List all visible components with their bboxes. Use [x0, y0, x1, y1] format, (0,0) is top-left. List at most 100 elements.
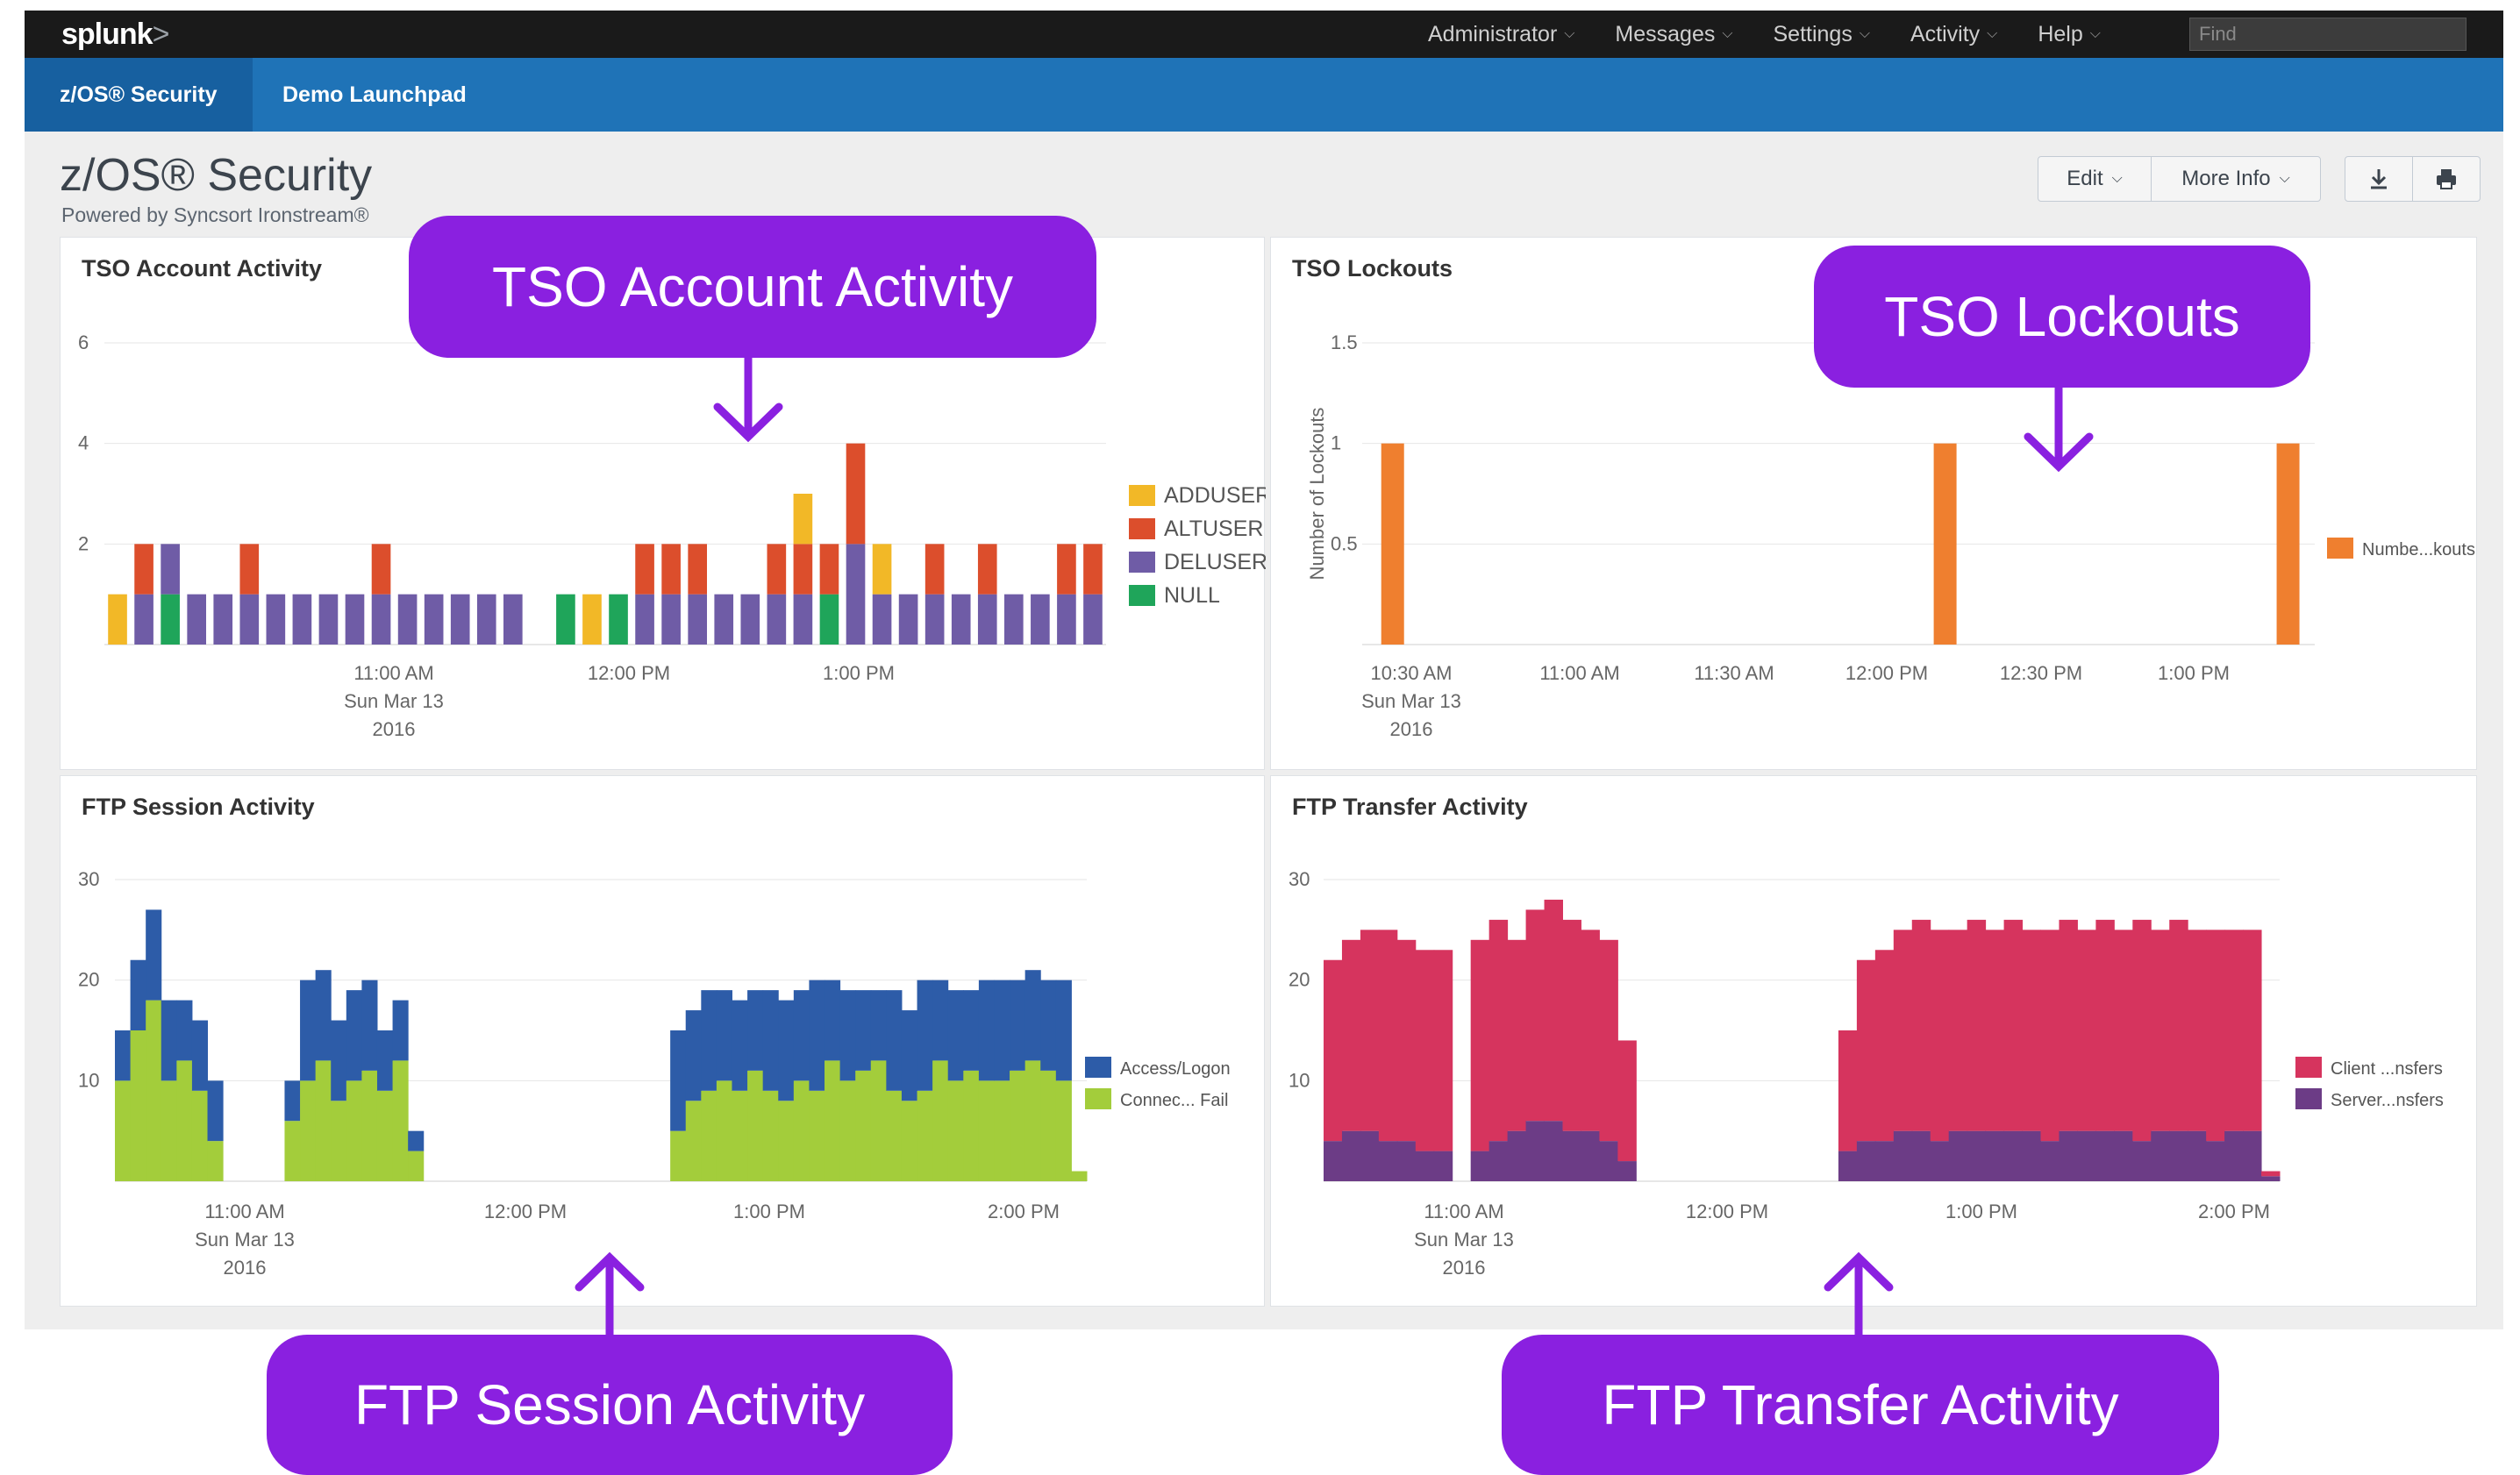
- tab-zos-security[interactable]: z/OS® Security: [25, 58, 253, 132]
- menu-messages[interactable]: Messages ⌵: [1615, 22, 1732, 47]
- area-segment: [793, 990, 810, 1081]
- area-segment: [2188, 930, 2207, 1131]
- area-segment: [1893, 1130, 1913, 1181]
- print-icon: [2437, 169, 2456, 189]
- edit-button[interactable]: Edit ⌵: [2038, 156, 2152, 202]
- area-segment: [392, 1000, 409, 1061]
- area-segment: [2224, 930, 2244, 1131]
- tab-demo-launchpad[interactable]: Demo Launchpad: [247, 58, 502, 132]
- bar-segment: [1057, 594, 1076, 645]
- x-tick-label: 2:00 PM: [988, 1201, 1060, 1222]
- x-tick-label: 1:00 PM: [1945, 1201, 2017, 1222]
- area-segment: [1396, 1141, 1417, 1181]
- area-segment: [701, 1090, 717, 1181]
- legend-label: DELUSER: [1164, 550, 1266, 574]
- area-segment: [1415, 950, 1435, 1151]
- bar-segment: [767, 594, 787, 645]
- bar-segment: [1031, 594, 1050, 645]
- x-tick-label: 12:00 PM: [1686, 1201, 1768, 1222]
- legend-label: Client ...nsfers: [2331, 1059, 2443, 1079]
- area-segment: [284, 1080, 301, 1122]
- area-segment: [917, 1090, 933, 1181]
- area-segment: [917, 980, 933, 1091]
- menu-administrator[interactable]: Administrator ⌵: [1428, 22, 1574, 47]
- bar-segment: [898, 594, 918, 645]
- area-segment: [1024, 1060, 1041, 1181]
- area-segment: [300, 1080, 317, 1181]
- area-segment: [1581, 1130, 1600, 1181]
- download-icon: [2371, 169, 2387, 189]
- top-navigation-bar: splunk> Administrator ⌵ Messages ⌵ Setting…: [25, 11, 2503, 58]
- page-subtitle: Powered by Syncsort Ironstream®: [61, 203, 369, 226]
- bar-segment: [450, 594, 470, 645]
- menu-activity[interactable]: Activity ⌵: [1910, 22, 1997, 47]
- area-segment: [115, 1030, 132, 1081]
- bar-segment: [134, 594, 153, 645]
- area-segment: [778, 1000, 795, 1101]
- bar-segment: [292, 594, 312, 645]
- splunk-logo[interactable]: splunk>: [61, 18, 169, 52]
- area-segment: [191, 1020, 209, 1091]
- area-segment: [2169, 1130, 2188, 1181]
- area-segment: [408, 1130, 425, 1151]
- callout-ftp-transfer-activity: FTP Transfer Activity: [1502, 1335, 2219, 1475]
- area-segment: [2059, 919, 2078, 1131]
- area-segment: [1856, 1141, 1876, 1181]
- area-segment: [1507, 1130, 1527, 1181]
- chevron-down-icon: ⌵: [2089, 26, 2101, 41]
- menu-settings[interactable]: Settings ⌵: [1774, 22, 1870, 47]
- legend-label: Server...nsfers: [2331, 1091, 2444, 1110]
- area-segment: [2059, 1130, 2078, 1181]
- print-button[interactable]: [2412, 156, 2481, 202]
- area-segment: [161, 1080, 177, 1181]
- bar-segment: [740, 594, 760, 645]
- app-bar: z/OS® Security Demo Launchpad: [25, 58, 2503, 132]
- area-segment: [747, 990, 764, 1071]
- search-input[interactable]: Find: [2189, 18, 2466, 51]
- bar-segment: [635, 594, 654, 645]
- x-tick-label: 2:00 PM: [2198, 1201, 2270, 1222]
- legend-swatch: [1129, 585, 1155, 606]
- area-segment: [747, 1070, 764, 1181]
- bar-segment: [397, 594, 418, 645]
- area-segment: [2022, 1130, 2041, 1181]
- area-segment: [361, 980, 378, 1071]
- area-segment: [191, 1090, 209, 1181]
- x-tick-label: 12:30 PM: [2000, 662, 2082, 684]
- area-segment: [963, 1070, 980, 1181]
- bar-segment: [688, 544, 708, 595]
- splunk-screenshot: splunk> Administrator ⌵ Messages ⌵ Setting…: [25, 11, 2503, 1329]
- area-segment: [855, 1070, 872, 1181]
- area-segment: [2040, 930, 2060, 1142]
- menu-help[interactable]: Help ⌵: [2038, 22, 2101, 47]
- y-tick-label: 10: [1289, 1069, 1310, 1091]
- area-segment: [2003, 1130, 2024, 1181]
- area-segment: [331, 1101, 347, 1181]
- area-segment: [2077, 1130, 2096, 1181]
- bar-segment: [318, 594, 339, 645]
- area-segment: [1341, 939, 1361, 1131]
- chevron-down-icon: ⌵: [1564, 26, 1575, 41]
- area-segment: [1874, 1141, 1895, 1181]
- area-segment: [778, 1101, 795, 1181]
- area-segment: [932, 980, 949, 1061]
- bar-segment: [924, 544, 945, 595]
- export-button[interactable]: [2345, 156, 2413, 202]
- bar-segment: [266, 594, 286, 645]
- bar-segment: [846, 544, 866, 645]
- y-tick-label: 0.5: [1331, 532, 1358, 554]
- bar-segment: [872, 544, 892, 595]
- y-tick-label: 1.5: [1331, 331, 1358, 353]
- bar-segment: [872, 594, 892, 645]
- area-segment: [901, 1101, 918, 1181]
- legend-swatch: [1129, 518, 1155, 539]
- bar-segment: [793, 544, 813, 595]
- more-info-button[interactable]: More Info ⌵: [2151, 156, 2321, 202]
- chevron-down-icon: ⌵: [1859, 26, 1870, 41]
- bar-segment: [476, 594, 496, 645]
- area-segment: [1433, 950, 1453, 1151]
- bar-segment: [767, 544, 787, 595]
- bar-segment: [161, 544, 180, 595]
- area-segment: [315, 1060, 332, 1181]
- y-tick-label: 20: [78, 969, 99, 991]
